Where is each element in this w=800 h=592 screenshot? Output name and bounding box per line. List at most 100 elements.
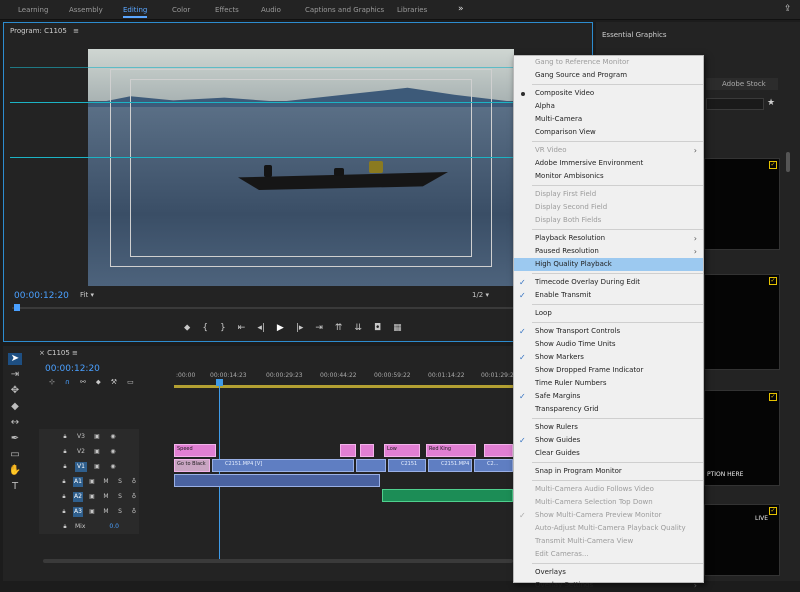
eye-icon[interactable]: ◉ [107, 462, 119, 472]
menu-item-time-ruler-numbers[interactable]: Time Ruler Numbers [514, 377, 703, 390]
panel-menu-icon[interactable]: ≡ [72, 349, 78, 357]
step-forward-icon[interactable]: |▸ [296, 323, 304, 333]
program-scrub-bar[interactable] [12, 307, 590, 309]
workspace-tab-color[interactable]: Color [172, 6, 190, 14]
mark-out-icon[interactable]: } [220, 323, 226, 333]
timeline-clip[interactable]: Go to Black [174, 459, 210, 472]
menu-item-loop[interactable]: Loop [514, 307, 703, 320]
workspace-tab-effects[interactable]: Effects [215, 6, 239, 14]
lift-icon[interactable]: ⇈ [335, 323, 343, 333]
audio-clip[interactable] [382, 489, 513, 502]
snap-icon[interactable]: ∩ [65, 378, 70, 387]
sync-lock-icon[interactable]: ▣ [91, 447, 103, 457]
search-input[interactable] [706, 98, 764, 110]
workspace-tab-editing[interactable]: Editing [123, 6, 148, 18]
menu-item-overlay-settings[interactable]: Overlay Settings › [514, 579, 703, 592]
work-area-bar[interactable] [174, 385, 513, 388]
microphone-icon[interactable]: ♁ [129, 492, 139, 502]
workspace-tab-audio[interactable]: Audio [261, 6, 281, 14]
comparison-view-icon[interactable]: ▦ [393, 323, 402, 333]
menu-item-high-quality-playback[interactable]: High Quality Playback [514, 258, 703, 271]
time-ruler[interactable]: :00:00 00:00:14:23 00:00:29:23 00:00:44:… [174, 368, 518, 382]
lock-icon[interactable]: 🔒︎ [59, 462, 71, 472]
add-marker-icon[interactable]: ⬥ [96, 378, 101, 387]
track-label[interactable]: A1 [73, 476, 83, 487]
menu-item-alpha[interactable]: Alpha [514, 100, 703, 113]
panel-scrollbar[interactable] [786, 152, 790, 172]
captions-icon[interactable]: ▭ [127, 378, 134, 387]
close-icon[interactable]: × [39, 349, 45, 357]
sync-lock-icon[interactable]: ▣ [87, 507, 97, 517]
ripple-edit-tool-icon[interactable]: ✥ [8, 385, 22, 397]
timeline-clip[interactable]: Speed [174, 444, 216, 457]
go-to-in-icon[interactable]: ⇤ [238, 323, 246, 333]
mix-value[interactable]: 0.0 [109, 522, 119, 532]
panel-menu-icon[interactable]: ≡ [73, 27, 79, 35]
menu-item-show-transport-controls[interactable]: ✓ Show Transport Controls [514, 325, 703, 338]
add-marker-icon[interactable]: ⬥ [184, 323, 190, 333]
lock-icon[interactable]: 🔒︎ [59, 507, 69, 517]
menu-item-timecode-overlay-during-edit[interactable]: ✓ Timecode Overlay During Edit [514, 276, 703, 289]
menu-item-show-rulers[interactable]: Show Rulers [514, 421, 703, 434]
program-video-frame[interactable] [88, 49, 514, 286]
lock-icon[interactable]: 🔒︎ [59, 432, 71, 442]
track-select-tool-icon[interactable]: ⇥ [8, 369, 22, 381]
sync-lock-icon[interactable]: ▣ [91, 432, 103, 442]
star-icon[interactable]: ★ [767, 98, 775, 108]
sequence-tab[interactable]: × C1105 ≡ [39, 349, 78, 357]
menu-item-show-guides[interactable]: ✓ Show Guides [514, 434, 703, 447]
track-label[interactable]: A2 [73, 491, 83, 502]
lock-icon[interactable]: 🔒︎ [59, 522, 71, 532]
timeline-clip[interactable]: Red King [426, 444, 476, 457]
track-area[interactable]: Speed Low Red King Go to Black C2151.MP4… [174, 429, 513, 534]
slip-tool-icon[interactable]: ↔ [8, 417, 22, 429]
menu-item-transparency-grid[interactable]: Transparency Grid [514, 403, 703, 416]
lock-icon[interactable]: 🔒︎ [59, 447, 71, 457]
guide-line[interactable] [10, 67, 592, 68]
share-icon[interactable]: ⇪ [784, 4, 792, 14]
linked-selection-icon[interactable]: ⚯ [80, 378, 86, 387]
microphone-icon[interactable]: ♁ [129, 507, 139, 517]
timeline-clip[interactable]: C2... [474, 459, 513, 472]
go-to-out-icon[interactable]: ⇥ [315, 323, 323, 333]
extract-icon[interactable]: ⇊ [354, 323, 362, 333]
sequence-timecode[interactable]: 00:00:12:20 [45, 364, 100, 374]
menu-item-multi-camera[interactable]: Multi-Camera [514, 113, 703, 126]
playhead-marker[interactable] [14, 304, 20, 311]
program-timecode[interactable]: 00:00:12:20 [14, 291, 69, 301]
track-label[interactable]: V1 [75, 461, 87, 472]
menu-item-show-audio-time-units[interactable]: Show Audio Time Units [514, 338, 703, 351]
track-label[interactable]: V2 [75, 447, 87, 457]
wrench-icon[interactable]: ⚒ [111, 378, 117, 387]
export-frame-icon[interactable]: ◘ [374, 323, 381, 333]
menu-item-enable-transmit[interactable]: ✓ Enable Transmit [514, 289, 703, 302]
timeline-clip[interactable]: C2151 [388, 459, 426, 472]
graphics-template-thumbnail[interactable]: ✓ LIVE [704, 504, 780, 576]
menu-item-playback-resolution[interactable]: Playback Resolution › [514, 232, 703, 245]
workspace-tab-learning[interactable]: Learning [18, 6, 48, 14]
lock-icon[interactable]: 🔒︎ [59, 492, 69, 502]
workspace-tab-libraries[interactable]: Libraries [397, 6, 427, 14]
menu-item-clear-guides[interactable]: Clear Guides [514, 447, 703, 460]
menu-item-monitor-ambisonics[interactable]: Monitor Ambisonics [514, 170, 703, 183]
sync-lock-icon[interactable]: ▣ [91, 462, 103, 472]
graphics-template-thumbnail[interactable]: ✓ PTION HERE [704, 390, 780, 486]
guide-line[interactable] [10, 102, 592, 103]
timeline-clip[interactable]: Low [384, 444, 420, 457]
menu-item-gang-source-and-program[interactable]: Gang Source and Program [514, 69, 703, 82]
mute-button[interactable]: M [101, 492, 111, 502]
graphics-template-thumbnail[interactable]: ✓ [704, 158, 780, 250]
solo-button[interactable]: S [115, 507, 125, 517]
mark-in-icon[interactable]: { [202, 323, 208, 333]
solo-button[interactable]: S [115, 477, 125, 487]
adobe-stock-tab[interactable]: Adobe Stock [706, 78, 778, 90]
track-label[interactable]: V3 [75, 432, 87, 442]
timeline-clip[interactable] [484, 444, 513, 457]
graphics-template-thumbnail[interactable]: ✓ [704, 274, 780, 370]
selection-tool-icon[interactable]: ➤ [8, 353, 22, 365]
track-label[interactable]: A3 [73, 506, 83, 517]
play-icon[interactable]: ▶ [277, 323, 284, 333]
timeline-clip[interactable] [360, 444, 374, 457]
eye-icon[interactable]: ◉ [107, 447, 119, 457]
pen-tool-icon[interactable]: ✒ [8, 433, 22, 445]
